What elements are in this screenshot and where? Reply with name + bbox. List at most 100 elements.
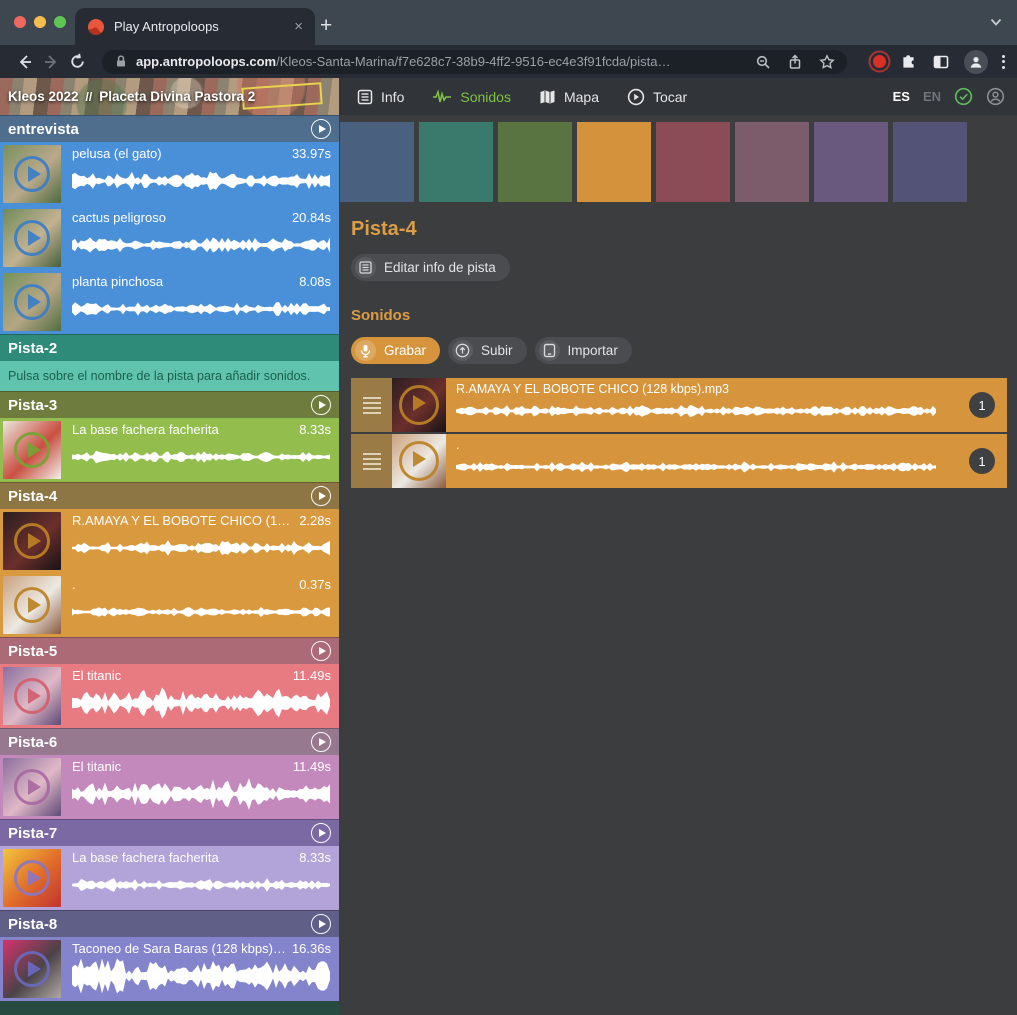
- sound-clip[interactable]: cactus peligroso 20.84s: [0, 206, 339, 270]
- track-color-swatch-7[interactable]: [814, 122, 888, 202]
- clip-play-icon[interactable]: [14, 951, 50, 987]
- clip-play-icon[interactable]: [14, 220, 50, 256]
- new-tab-button[interactable]: +: [320, 9, 332, 43]
- clip-thumbnail[interactable]: [3, 273, 61, 331]
- clip-thumbnail[interactable]: [3, 145, 61, 203]
- track-color-swatch-1[interactable]: [340, 122, 414, 202]
- clip-play-icon[interactable]: [14, 156, 50, 192]
- browser-menu-dots-icon[interactable]: [1002, 55, 1005, 69]
- importar-button[interactable]: Importar: [535, 337, 632, 364]
- clip-play-icon[interactable]: [14, 860, 50, 896]
- track-color-swatch-6[interactable]: [735, 122, 809, 202]
- track-color-swatch-4-active[interactable]: [577, 122, 651, 202]
- track-color-swatches: [340, 122, 1017, 202]
- track-color-swatch-2[interactable]: [419, 122, 493, 202]
- sound-row[interactable]: R.AMAYA Y EL BOBOTE CHICO (128 kbps).mp3…: [351, 378, 1007, 432]
- clip-body: La base fachera facherita 8.33s: [64, 418, 339, 482]
- play-section-icon[interactable]: [311, 395, 331, 415]
- nav-info[interactable]: Info: [357, 89, 404, 105]
- play-section-icon[interactable]: [311, 732, 331, 752]
- track-section-header[interactable]: Pista-7: [0, 819, 339, 846]
- track-color-swatch-5[interactable]: [656, 122, 730, 202]
- clip-thumbnail[interactable]: [3, 667, 61, 725]
- sound-play-icon[interactable]: [399, 385, 439, 425]
- extensions-puzzle-icon[interactable]: [900, 53, 918, 71]
- nav-sonidos[interactable]: Sonidos: [432, 89, 511, 105]
- forward-icon[interactable]: [38, 49, 64, 75]
- drag-handle-icon[interactable]: [351, 434, 392, 488]
- zoom-window-button[interactable]: [54, 16, 66, 28]
- split-view-icon[interactable]: [932, 53, 950, 71]
- clip-thumbnail[interactable]: [3, 758, 61, 816]
- tab-overview-chevron-icon[interactable]: [989, 15, 1003, 29]
- track-section-header[interactable]: entrevista: [0, 115, 339, 142]
- clip-thumbnail[interactable]: [3, 849, 61, 907]
- reload-icon[interactable]: [64, 49, 90, 75]
- sound-thumbnail[interactable]: [392, 434, 446, 488]
- sound-clip[interactable]: . 0.37s: [0, 573, 339, 637]
- track-color-swatch-3[interactable]: [498, 122, 572, 202]
- clip-play-icon[interactable]: [14, 678, 50, 714]
- clip-thumbnail[interactable]: [3, 576, 61, 634]
- sound-clip[interactable]: El titanic 11.49s: [0, 664, 339, 728]
- lang-en[interactable]: EN: [923, 89, 941, 104]
- clip-play-icon[interactable]: [14, 523, 50, 559]
- language-switcher: ES EN: [893, 78, 1005, 115]
- browser-tab[interactable]: Play Antropoloops ×: [75, 8, 315, 45]
- clip-thumbnail[interactable]: [3, 209, 61, 267]
- sound-row[interactable]: . 1: [351, 434, 1007, 488]
- subir-button[interactable]: Subir: [448, 337, 527, 364]
- share-icon[interactable]: [787, 54, 803, 70]
- play-section-icon[interactable]: [311, 914, 331, 934]
- clip-play-icon[interactable]: [14, 284, 50, 320]
- nav-mapa[interactable]: Mapa: [539, 89, 599, 105]
- sound-clip[interactable]: pelusa (el gato) 33.97s: [0, 142, 339, 206]
- close-window-button[interactable]: [14, 16, 26, 28]
- app-top-bar: Kleos 2022 // Placeta Divina Pastora 2 I…: [0, 78, 1017, 115]
- track-section-header[interactable]: Pista-8: [0, 910, 339, 937]
- track-section-header[interactable]: Pista-6: [0, 728, 339, 755]
- play-section-icon[interactable]: [311, 641, 331, 661]
- edit-track-info-button[interactable]: Editar info de pista: [351, 254, 510, 281]
- profile-avatar-icon[interactable]: [964, 50, 988, 74]
- minimize-window-button[interactable]: [34, 16, 46, 28]
- grabar-button[interactable]: Grabar: [351, 337, 440, 364]
- track-color-swatch-8[interactable]: [893, 122, 967, 202]
- sound-clip[interactable]: Taconeo de Sara Baras (128 kbps).mp3 16.…: [0, 937, 339, 1001]
- tab-close-icon[interactable]: ×: [292, 18, 305, 35]
- zoom-icon[interactable]: [755, 54, 771, 70]
- nav-tocar[interactable]: Tocar: [627, 88, 687, 106]
- clip-thumbnail[interactable]: [3, 512, 61, 570]
- sound-thumbnail[interactable]: [392, 378, 446, 432]
- star-icon[interactable]: [819, 54, 835, 70]
- breadcrumb-project[interactable]: Kleos 2022: [8, 89, 79, 104]
- back-icon[interactable]: [12, 49, 38, 75]
- clip-play-icon[interactable]: [14, 587, 50, 623]
- sound-clip[interactable]: La base fachera facherita 8.33s: [0, 846, 339, 910]
- lang-es[interactable]: ES: [893, 89, 910, 104]
- sound-clip[interactable]: La base fachera facherita 8.33s: [0, 418, 339, 482]
- play-section-icon[interactable]: [311, 823, 331, 843]
- track-section-header[interactable]: Pista-5: [0, 637, 339, 664]
- clip-thumbnail[interactable]: [3, 421, 61, 479]
- address-bar[interactable]: app.antropoloops.com/Kleos-Santa-Marina/…: [102, 50, 847, 74]
- clip-list: La base fachera facherita 8.33s: [0, 418, 339, 482]
- cloud-upload-icon: [452, 340, 473, 361]
- track-section-header[interactable]: Pista-2: [0, 334, 339, 361]
- account-person-icon[interactable]: [986, 87, 1005, 106]
- play-section-icon[interactable]: [311, 119, 331, 139]
- track-section-title: Pista-7: [8, 825, 311, 842]
- record-dot-icon[interactable]: [873, 55, 886, 68]
- breadcrumb-scene[interactable]: Placeta Divina Pastora 2: [99, 89, 255, 104]
- track-section-header[interactable]: Pista-3: [0, 391, 339, 418]
- track-section-header[interactable]: Pista-4: [0, 482, 339, 509]
- drag-handle-icon[interactable]: [351, 378, 392, 432]
- play-section-icon[interactable]: [311, 486, 331, 506]
- sound-clip[interactable]: R.AMAYA Y EL BOBOTE CHICO (128 kbps)....…: [0, 509, 339, 573]
- sound-clip[interactable]: El titanic 11.49s: [0, 755, 339, 819]
- clip-thumbnail[interactable]: [3, 940, 61, 998]
- clip-play-icon[interactable]: [14, 432, 50, 468]
- sound-play-icon[interactable]: [399, 441, 439, 481]
- clip-play-icon[interactable]: [14, 769, 50, 805]
- sound-clip[interactable]: planta pinchosa 8.08s: [0, 270, 339, 334]
